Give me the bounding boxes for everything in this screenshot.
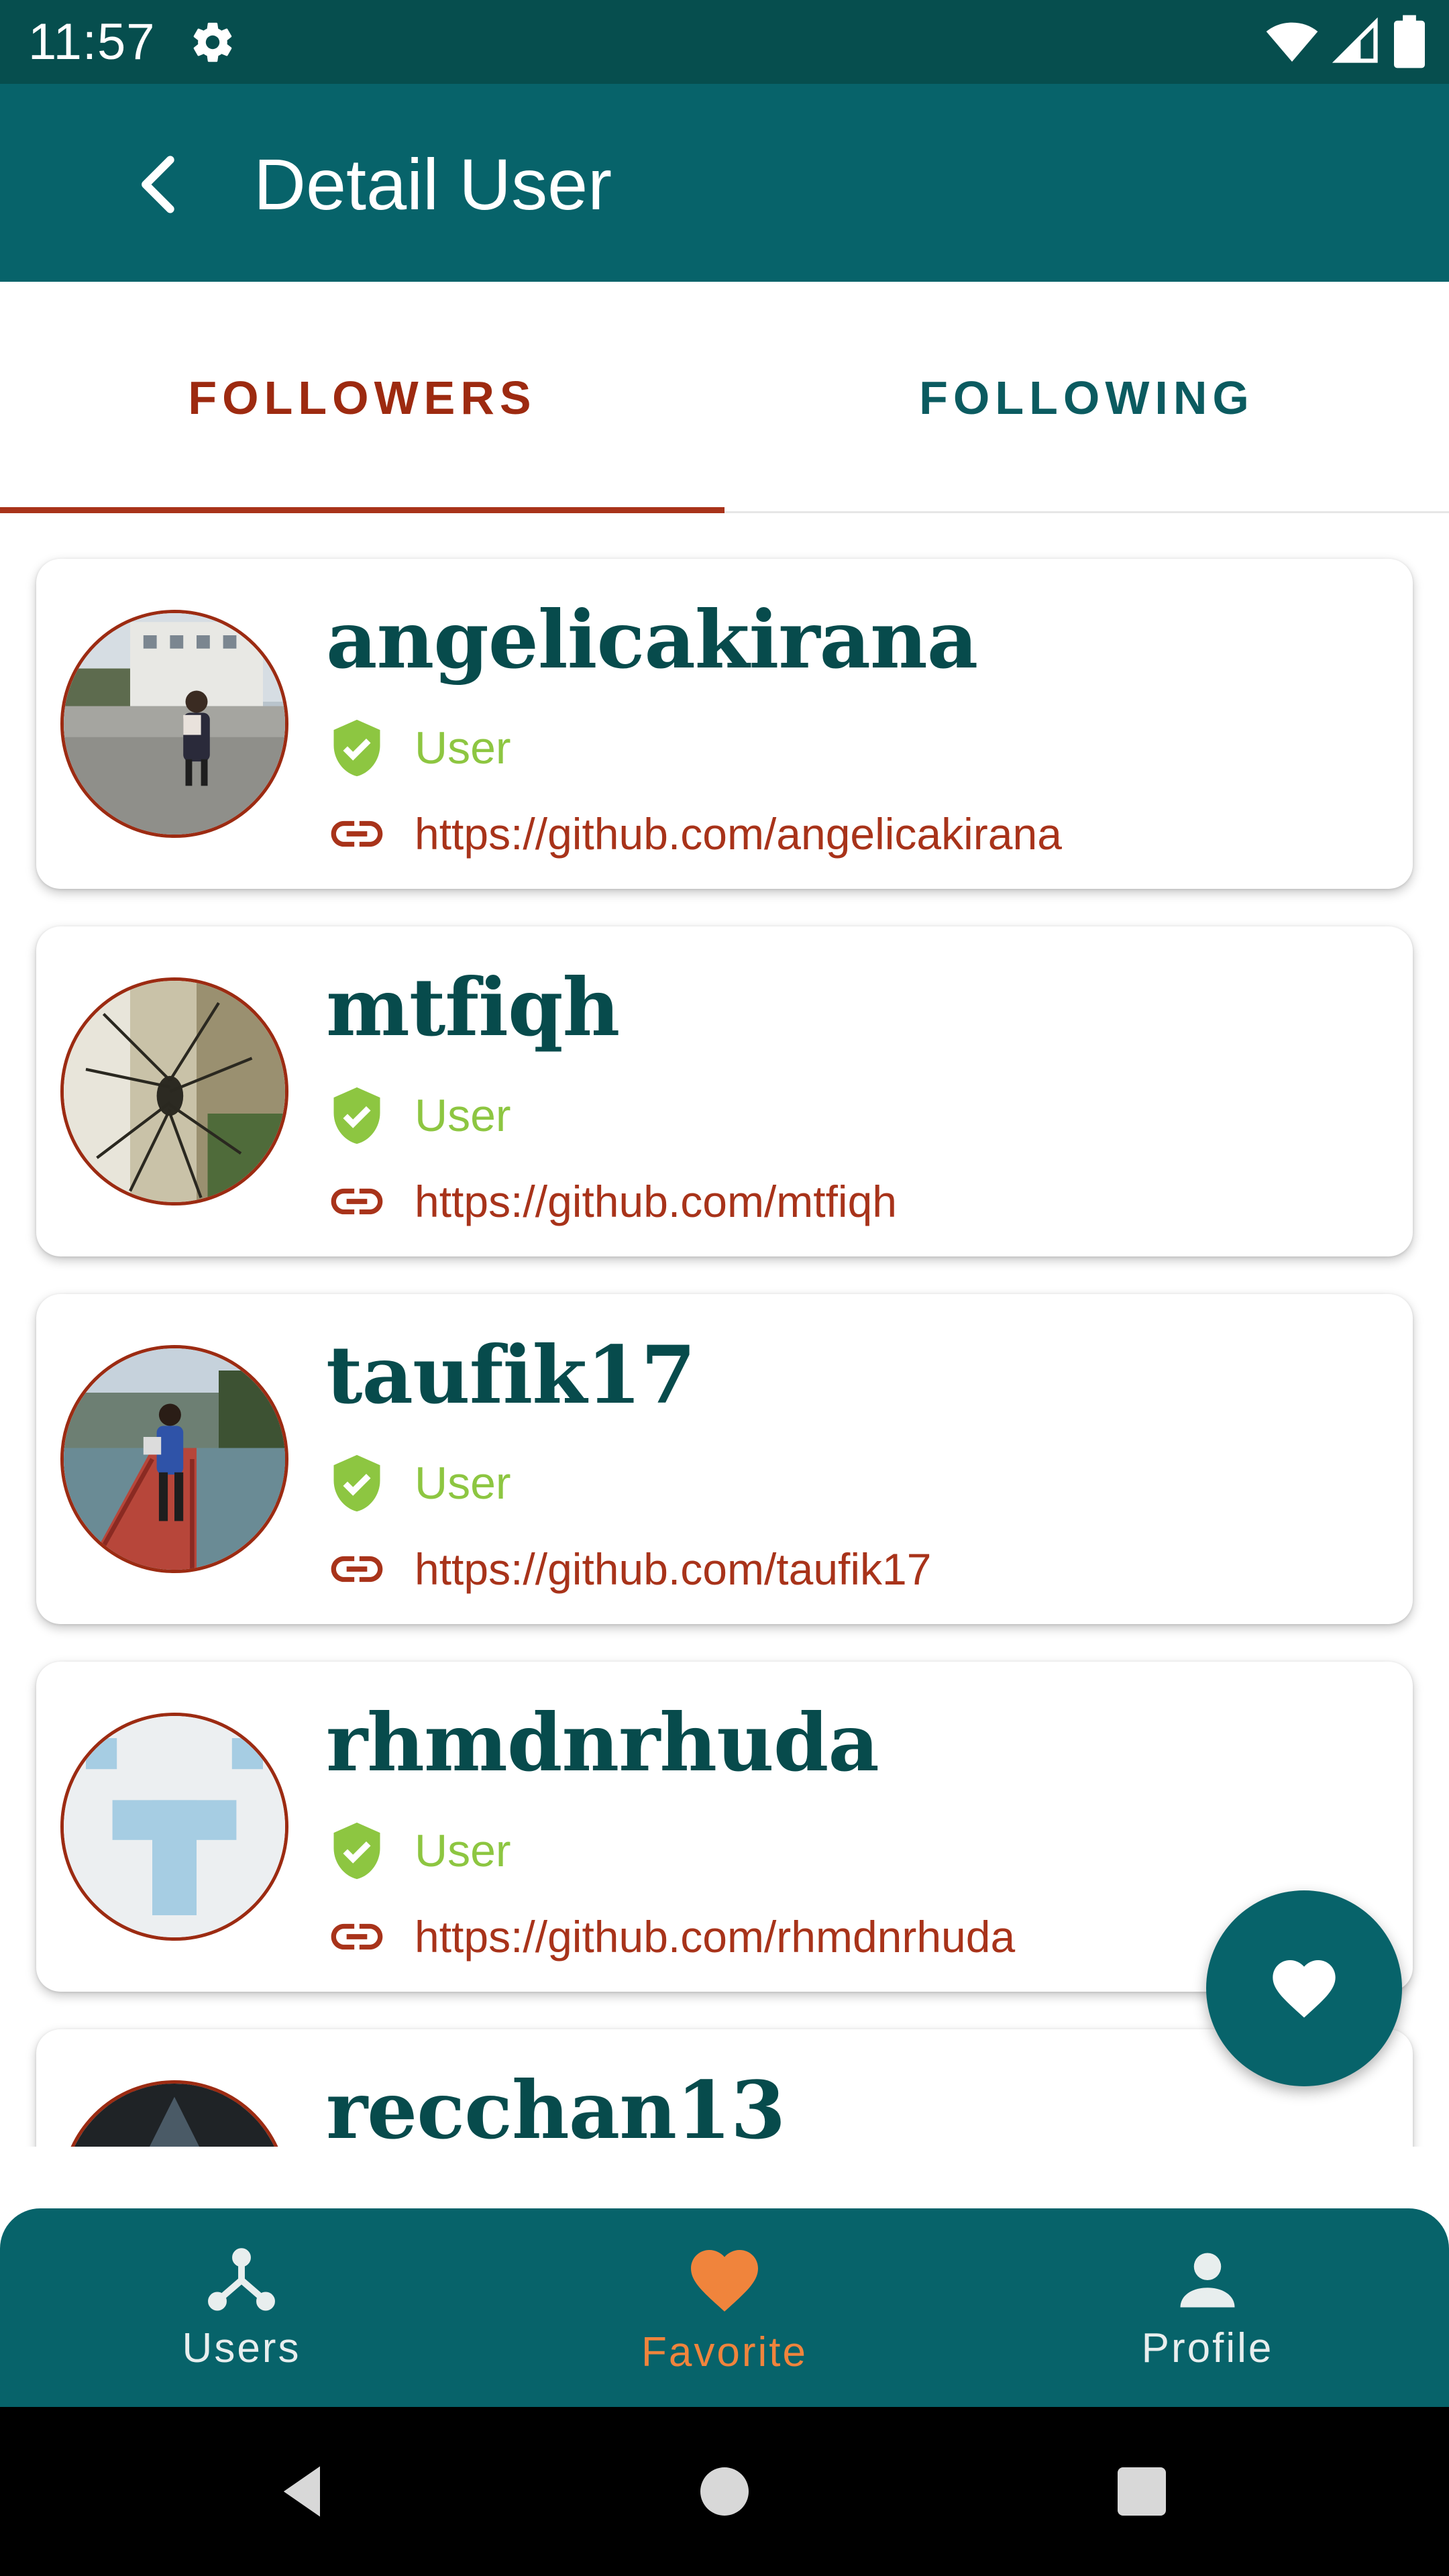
circle-home-icon [700,2467,749,2516]
avatar [60,977,288,1205]
nav-label-profile: Profile [1141,2324,1274,2371]
username: rhmdnrhuda [326,1696,879,1789]
profile-url[interactable]: https://github.com/rhmdnrhuda [415,1911,1015,1962]
username: taufik17 [326,1328,696,1421]
avatar [60,610,288,838]
link-icon [331,1923,383,1950]
username: angelicakirana [326,593,978,686]
avatar [60,1345,288,1573]
system-home-button[interactable] [678,2445,771,2538]
profile-url[interactable]: https://github.com/taufik17 [415,1544,931,1595]
verified-shield-icon [333,1822,380,1880]
status-bar: 11:57 [0,0,1449,84]
url-row: https://github.com/mtfiqh [326,1168,897,1235]
nav-label-users: Users [182,2324,301,2371]
page-title: Detail User [254,144,612,225]
role-label: User [415,1090,511,1141]
tab-following[interactable]: FOLLOWING [724,282,1449,513]
back-button[interactable] [121,138,201,231]
profile-url[interactable]: https://github.com/mtfiqh [415,1176,897,1227]
triangle-back-icon [283,2466,320,2517]
tab-followers[interactable]: FOLLOWERS [0,282,724,513]
user-card-recchan13[interactable]: recchan13 [36,2029,1413,2147]
link-icon [331,820,383,847]
url-row: https://github.com/angelicakirana [326,800,1062,867]
square-recents-icon [1118,2467,1166,2516]
avatar [60,2080,288,2147]
heart-icon [691,2249,758,2312]
tab-indicator [0,507,724,513]
nav-item-favorite[interactable]: Favorite [483,2208,966,2407]
username: recchan13 [326,2063,786,2147]
role-row: User [326,1817,511,1884]
link-icon [331,1556,383,1582]
battery-icon [1394,15,1425,72]
settings-gear-icon [189,19,236,66]
nav-item-users[interactable]: Users [0,2208,483,2407]
status-icons [1265,15,1425,72]
role-label: User [415,1458,511,1509]
role-label: User [415,1825,511,1876]
hub-icon [208,2247,275,2310]
system-back-button[interactable] [256,2445,350,2538]
user-card-angelicakirana[interactable]: angelicakirana User https://github.com/a… [36,559,1413,889]
verified-shield-icon [333,1087,380,1144]
link-icon [331,1188,383,1215]
user-card-rhmdnrhuda[interactable]: rhmdnrhuda User https://github.com/rhmdn… [36,1662,1413,1992]
system-navigation-bar [0,2407,1449,2576]
role-label: User [415,722,511,773]
url-row: https://github.com/rhmdnrhuda [326,1903,1015,1970]
user-card-taufik17[interactable]: taufik17 User https://github.com/taufik1… [36,1294,1413,1624]
arrow-back-icon [142,156,174,213]
favorite-fab-button[interactable] [1206,1890,1402,2086]
verified-shield-icon [333,1454,380,1512]
role-row: User [326,1082,511,1149]
followers-list[interactable]: angelicakirana User https://github.com/a… [0,515,1449,2147]
app-bar: Detail User [0,84,1449,282]
verified-shield-icon [333,719,380,777]
status-time: 11:57 [28,13,156,70]
user-card-mtfiqh[interactable]: mtfiqh User https://github.com/mtfiqh [36,926,1413,1256]
role-row: User [326,1450,511,1517]
signal-icon [1331,16,1382,70]
avatar [60,1713,288,1941]
role-row: User [326,714,511,782]
nav-label-favorite: Favorite [641,2328,808,2375]
nav-item-profile[interactable]: Profile [966,2208,1449,2407]
wifi-icon [1265,15,1319,72]
heart-icon [1273,1960,1336,2018]
username: mtfiqh [326,961,620,1054]
tab-bar: FOLLOWERS FOLLOWING [0,282,1449,513]
profile-url[interactable]: https://github.com/angelicakirana [415,808,1062,859]
bottom-navigation: Users Favorite Profile [0,2208,1449,2407]
person-icon [1180,2253,1235,2307]
url-row: https://github.com/taufik17 [326,1536,931,1603]
system-recents-button[interactable] [1095,2445,1189,2538]
